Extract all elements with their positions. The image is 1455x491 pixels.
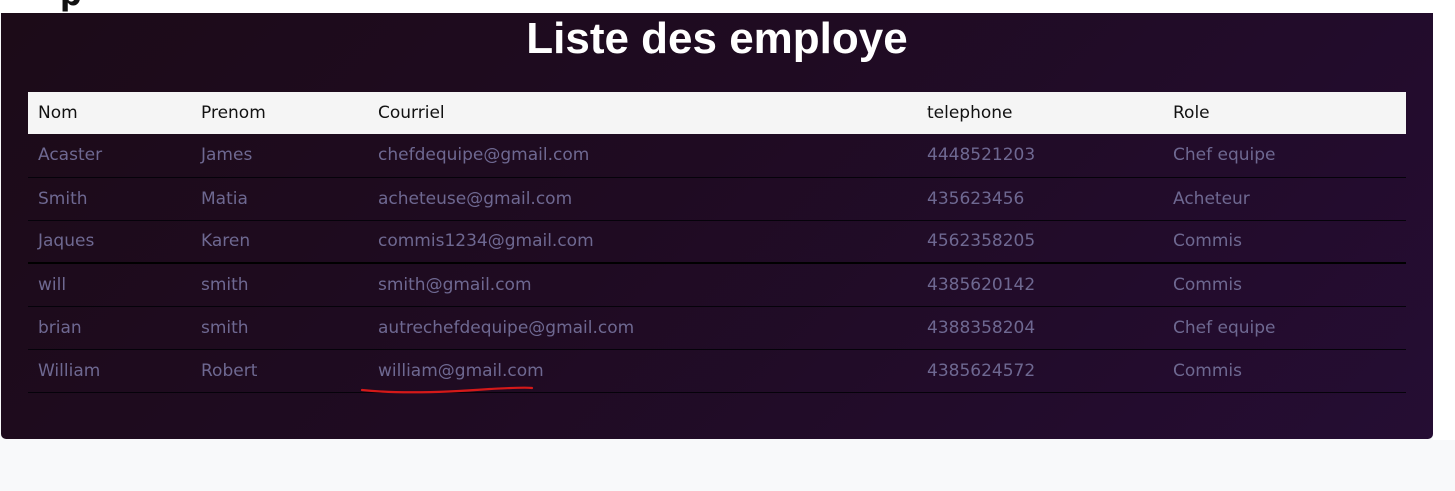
table-row: Jaques Karen commis1234@gmail.com 456235… bbox=[28, 220, 1406, 264]
employee-table: Nom Prenom Courriel telephone Role Acast… bbox=[28, 92, 1406, 393]
cell-nom: Acaster bbox=[28, 134, 191, 178]
cell-courriel: commis1234@gmail.com bbox=[368, 220, 917, 264]
table-header-row: Nom Prenom Courriel telephone Role bbox=[28, 92, 1406, 134]
cell-role: Commis bbox=[1163, 263, 1406, 307]
cell-courriel: autrechefdequipe@gmail.com bbox=[368, 306, 917, 350]
cell-role: Commis bbox=[1163, 349, 1406, 393]
cell-telephone: 4388358204 bbox=[917, 306, 1163, 350]
column-header-courriel: Courriel bbox=[378, 103, 445, 123]
cell-courriel-text: william@gmail.com bbox=[378, 360, 544, 381]
employee-list-panel: Liste des employe Nom Prenom Courriel te… bbox=[1, 13, 1433, 439]
column-header-nom: Nom bbox=[38, 103, 78, 123]
cell-telephone: 4448521203 bbox=[917, 134, 1163, 178]
cropped-heading-fragment: p bbox=[60, 0, 81, 13]
cell-courriel: smith@gmail.com bbox=[368, 263, 917, 307]
table-row: William Robert william@gmail.com 4385624… bbox=[28, 349, 1406, 393]
column-header-prenom: Prenom bbox=[201, 103, 266, 123]
cell-telephone: 4385620142 bbox=[917, 263, 1163, 307]
page-title: Liste des employe bbox=[526, 14, 908, 63]
cell-prenom: Robert bbox=[191, 349, 368, 393]
cell-prenom: James bbox=[191, 134, 368, 178]
column-header-role: Role bbox=[1173, 103, 1210, 123]
cell-telephone: 4385624572 bbox=[917, 349, 1163, 393]
cell-role: Chef equipe bbox=[1163, 134, 1406, 178]
column-header-telephone: telephone bbox=[927, 103, 1013, 123]
cell-nom: Jaques bbox=[28, 220, 191, 264]
cell-telephone: 435623456 bbox=[917, 177, 1163, 221]
cell-prenom: smith bbox=[191, 306, 368, 350]
top-strip: p bbox=[0, 0, 1455, 13]
cell-prenom: smith bbox=[191, 263, 368, 307]
table-row: brian smith autrechefdequipe@gmail.com 4… bbox=[28, 306, 1406, 350]
cell-courriel-annotated: william@gmail.com bbox=[360, 349, 917, 393]
cell-nom: will bbox=[28, 263, 191, 307]
cell-nom: brian bbox=[28, 306, 191, 350]
page-margin bbox=[1433, 0, 1455, 440]
cell-prenom: Matia bbox=[191, 177, 368, 221]
table-row: Smith Matia acheteuse@gmail.com 43562345… bbox=[28, 177, 1406, 221]
cell-role: Acheteur bbox=[1163, 177, 1406, 221]
table-row: Acaster James chefdequipe@gmail.com 4448… bbox=[28, 134, 1406, 178]
cell-role: Commis bbox=[1163, 220, 1406, 264]
cell-courriel: chefdequipe@gmail.com bbox=[368, 134, 917, 178]
cell-courriel: acheteuse@gmail.com bbox=[368, 177, 917, 221]
cell-nom: Smith bbox=[28, 177, 191, 221]
cell-nom: William bbox=[28, 349, 191, 393]
cell-role: Chef equipe bbox=[1163, 306, 1406, 350]
cell-prenom: Karen bbox=[191, 220, 368, 264]
cell-telephone: 4562358205 bbox=[917, 220, 1163, 264]
red-underline-annotation bbox=[360, 385, 534, 393]
table-row: will smith smith@gmail.com 4385620142 Co… bbox=[28, 263, 1406, 307]
